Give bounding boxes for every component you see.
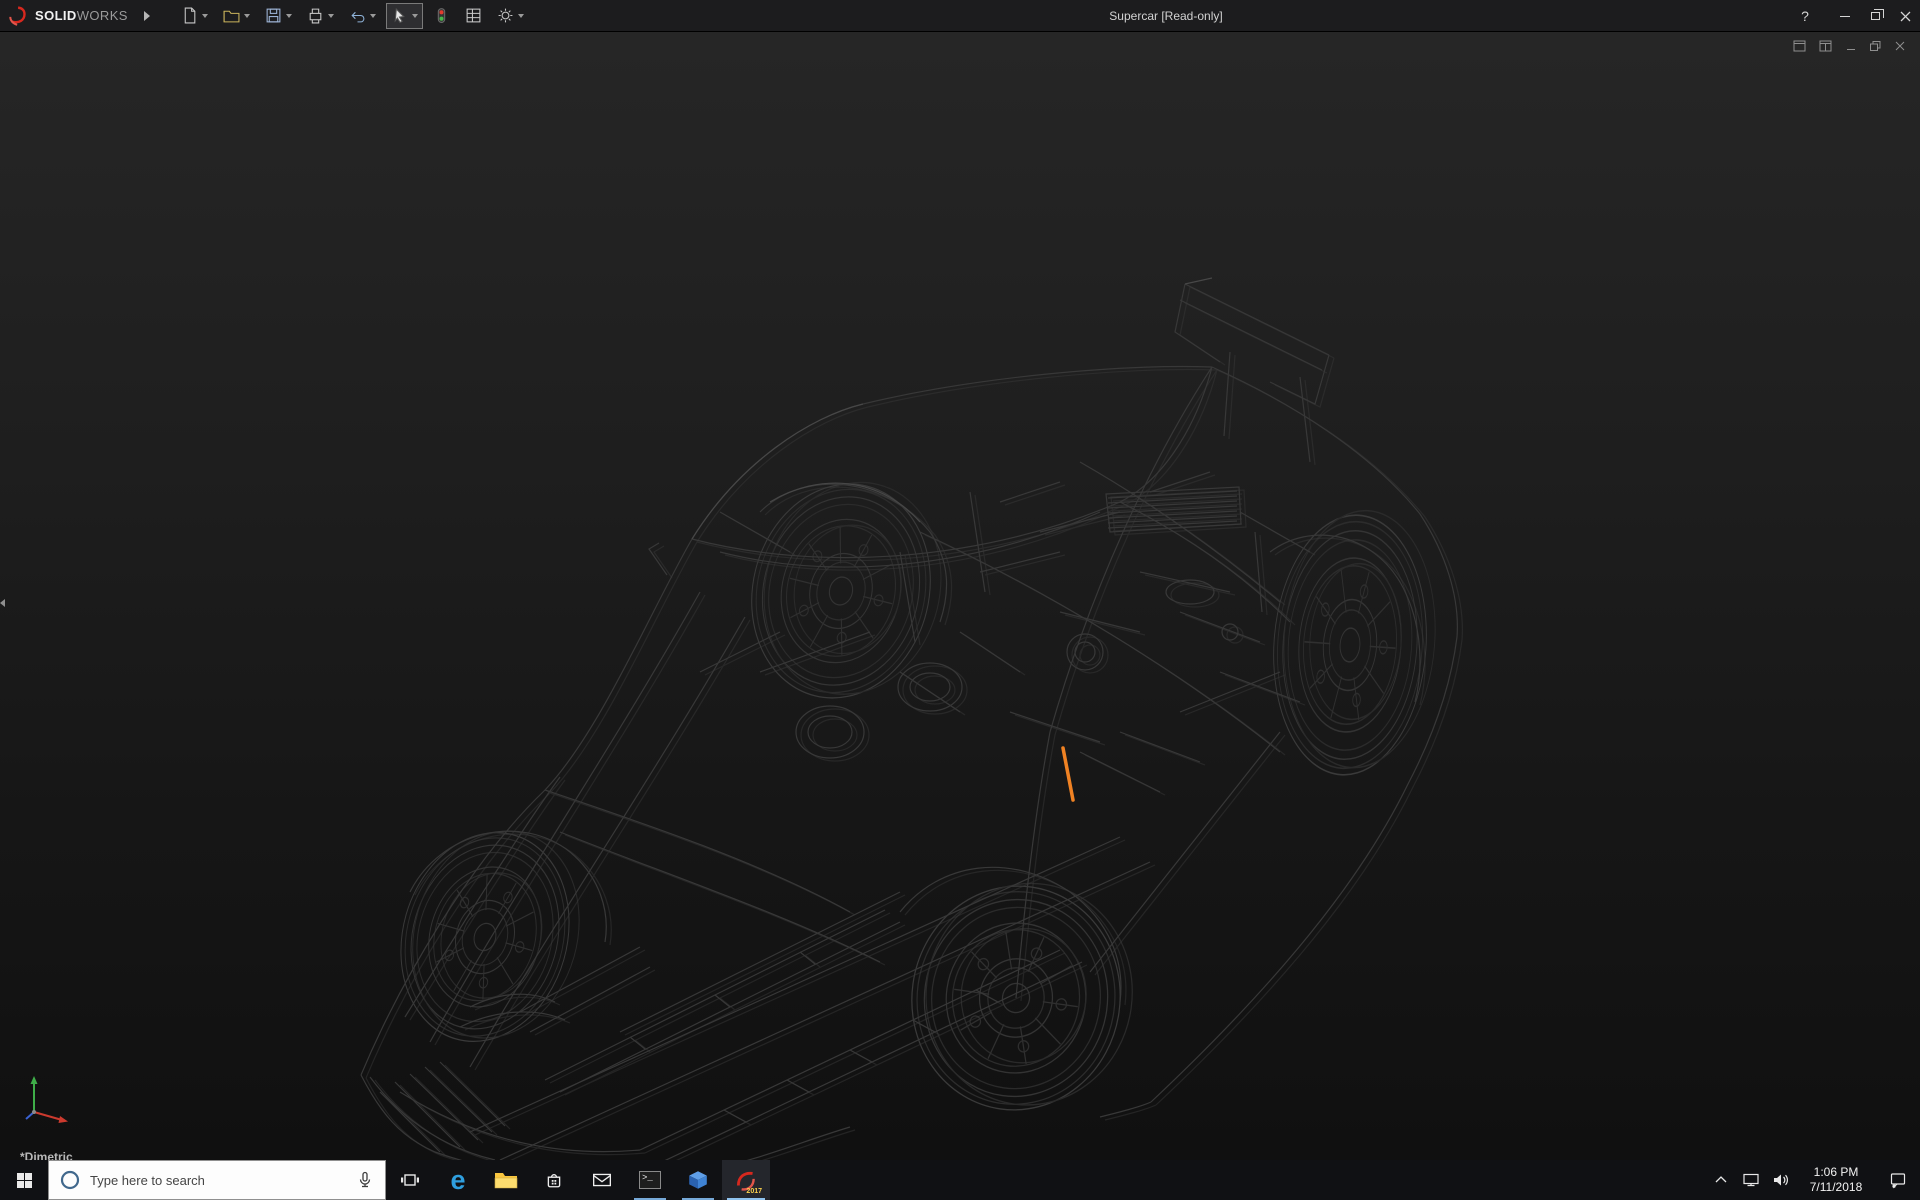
- command-prompt-button[interactable]: >_: [626, 1160, 674, 1200]
- brand-solid: SOLID: [35, 8, 77, 23]
- dropdown-caret-icon[interactable]: [202, 14, 208, 18]
- clock-date: 7/11/2018: [1810, 1180, 1863, 1195]
- flyout-arrow-icon: [144, 11, 150, 21]
- network-monitor-icon: [1742, 1172, 1760, 1188]
- command-prompt-icon: >_: [639, 1171, 661, 1189]
- solidworks-taskbar-button[interactable]: 2017: [722, 1160, 770, 1200]
- title-bar: SOLIDWORKS: [0, 0, 1920, 32]
- document-window-controls: [1793, 40, 1906, 52]
- new-document-button[interactable]: [176, 3, 213, 29]
- edge-browser-button[interactable]: e: [434, 1160, 482, 1200]
- restore-icon: [1871, 12, 1880, 20]
- speaker-icon: [1772, 1172, 1790, 1188]
- store-bag-icon: [545, 1171, 563, 1189]
- taskbar-search[interactable]: [48, 1160, 386, 1200]
- rebuild-button[interactable]: [428, 3, 455, 29]
- rebuild-traffic-light-icon: [433, 7, 450, 24]
- doc-close-icon[interactable]: [1894, 40, 1906, 52]
- restore-button[interactable]: [1860, 0, 1890, 32]
- search-input[interactable]: [90, 1173, 350, 1188]
- solidworks-logo: SOLIDWORKS: [0, 5, 128, 27]
- network-status-icon[interactable]: [1736, 1160, 1766, 1200]
- solidworks-version-badge: 2017: [746, 1188, 762, 1195]
- store-button[interactable]: [530, 1160, 578, 1200]
- clock-time: 1:06 PM: [1814, 1165, 1859, 1180]
- tray-expand-button[interactable]: [1706, 1160, 1736, 1200]
- print-button[interactable]: [302, 3, 339, 29]
- help-button[interactable]: ?: [1788, 0, 1822, 32]
- task-view-button[interactable]: [386, 1160, 434, 1200]
- close-icon: [1900, 11, 1911, 22]
- brand-works: WORKS: [77, 8, 128, 23]
- mail-button[interactable]: [578, 1160, 626, 1200]
- edge-icon: e: [450, 1167, 465, 1194]
- selected-edge[interactable]: [1063, 748, 1073, 800]
- minimize-button[interactable]: [1830, 0, 1860, 32]
- file-properties-icon: [465, 7, 482, 24]
- taskbar-clock[interactable]: 1:06 PM 7/11/2018: [1796, 1160, 1876, 1200]
- solidworks-logo-icon: [8, 5, 30, 27]
- undo-button[interactable]: [344, 3, 381, 29]
- graphics-area[interactable]: *Dimetric: [0, 32, 1920, 1160]
- mail-envelope-icon: [592, 1172, 612, 1188]
- microphone-icon[interactable]: [356, 1171, 374, 1189]
- select-tool-button[interactable]: [386, 3, 423, 29]
- blue-cube-icon: [687, 1169, 709, 1191]
- close-button[interactable]: [1890, 0, 1920, 32]
- dropdown-caret-icon[interactable]: [244, 14, 250, 18]
- open-button[interactable]: [218, 3, 255, 29]
- options-button[interactable]: [492, 3, 529, 29]
- windows-logo-icon: [16, 1172, 33, 1189]
- file-explorer-button[interactable]: [482, 1160, 530, 1200]
- dropdown-caret-icon[interactable]: [412, 14, 418, 18]
- featuremanager-collapse-tab[interactable]: [0, 590, 9, 616]
- car-wheels[interactable]: [377, 461, 1444, 1125]
- cortana-icon: [59, 1169, 81, 1191]
- document-title: Supercar [Read-only]: [1109, 0, 1222, 32]
- file-explorer-icon: [494, 1170, 518, 1190]
- doc-minimize-icon[interactable]: [1845, 40, 1857, 52]
- doc-window-icon-a[interactable]: [1793, 40, 1807, 52]
- dropdown-caret-icon[interactable]: [328, 14, 334, 18]
- task-view-icon: [400, 1171, 420, 1189]
- orientation-triad: [22, 1072, 74, 1124]
- file-properties-button[interactable]: [460, 3, 487, 29]
- open-folder-icon: [223, 7, 240, 24]
- select-cursor-icon: [391, 7, 408, 24]
- window-controls: ?: [1788, 0, 1920, 32]
- doc-window-icon-b[interactable]: [1819, 40, 1833, 52]
- action-center-icon: [1889, 1171, 1907, 1189]
- start-button[interactable]: [0, 1160, 48, 1200]
- solidworks-application-window: SOLIDWORKS: [0, 0, 1920, 1200]
- undo-icon: [349, 7, 366, 24]
- wireframe-car-model[interactable]: [0, 32, 1920, 1160]
- new-document-icon: [181, 7, 198, 24]
- print-icon: [307, 7, 324, 24]
- dropdown-caret-icon[interactable]: [518, 14, 524, 18]
- collapse-arrow-icon: [0, 599, 5, 607]
- action-center-button[interactable]: [1876, 1160, 1920, 1200]
- quick-access-toolbar: [176, 3, 534, 29]
- toolbar-flyout-button[interactable]: [138, 4, 156, 28]
- dropdown-caret-icon[interactable]: [370, 14, 376, 18]
- doc-restore-icon[interactable]: [1869, 40, 1882, 52]
- windows-taskbar: e >_: [0, 1160, 1920, 1200]
- save-icon: [265, 7, 282, 24]
- minimize-icon: [1840, 16, 1850, 17]
- view-orientation-label: *Dimetric: [20, 1150, 73, 1160]
- options-gear-icon: [497, 7, 514, 24]
- save-button[interactable]: [260, 3, 297, 29]
- dropdown-caret-icon[interactable]: [286, 14, 292, 18]
- edrawings-button[interactable]: [674, 1160, 722, 1200]
- volume-button[interactable]: [1766, 1160, 1796, 1200]
- chevron-up-icon: [1714, 1174, 1728, 1186]
